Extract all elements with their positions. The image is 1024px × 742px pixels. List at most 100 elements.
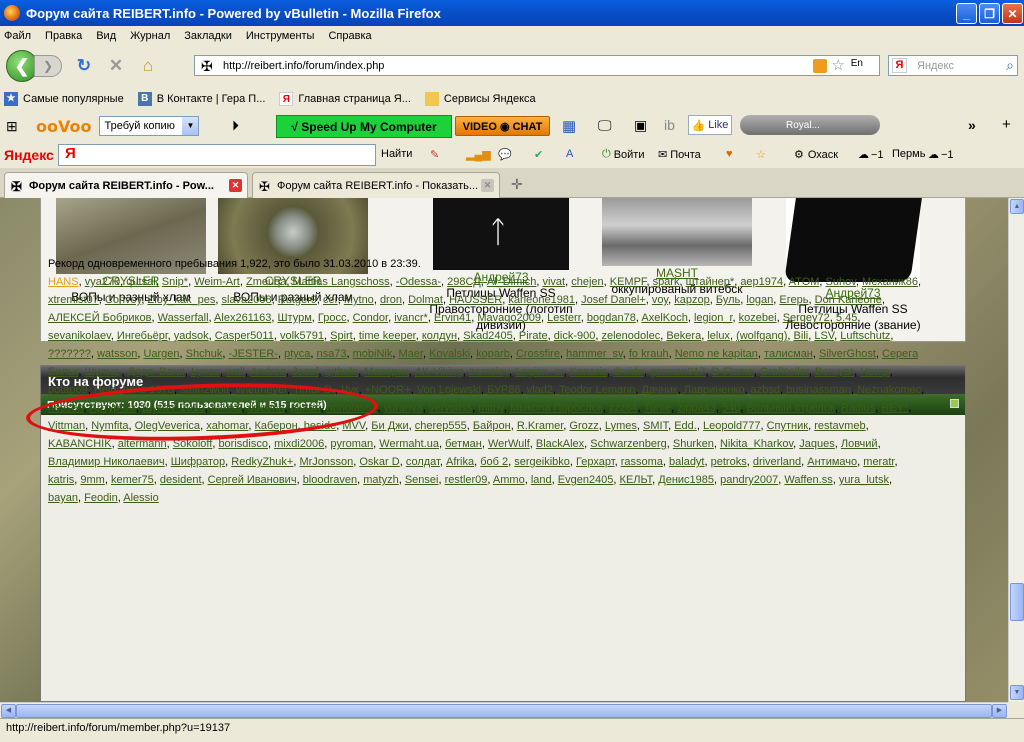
- bookmark-star-icon[interactable]: ☆: [832, 56, 845, 74]
- user-link[interactable]: driverland: [753, 456, 801, 468]
- user-link[interactable]: BlackAlex: [536, 438, 584, 450]
- user-link[interactable]: zamoley: [469, 366, 509, 378]
- bookmark-yandex-home[interactable]: Я Главная страница Я...: [279, 91, 411, 106]
- user-link[interactable]: Alex261163: [214, 312, 271, 324]
- user-link[interactable]: Егерь: [779, 294, 808, 306]
- user-link[interactable]: талисман: [764, 348, 813, 360]
- grid-icon[interactable]: ▦: [562, 117, 576, 135]
- user-link[interactable]: AxelKoch: [641, 312, 687, 324]
- scroll-up-icon[interactable]: ▲: [1010, 199, 1024, 214]
- user-link[interactable]: Спутник: [767, 420, 808, 432]
- menu-file[interactable]: Файл: [4, 30, 31, 42]
- user-link[interactable]: watsson: [97, 348, 137, 360]
- yandex-search-input[interactable]: Я: [58, 144, 376, 166]
- user-link[interactable]: dick-900: [554, 330, 596, 342]
- close-button[interactable]: ✕: [1002, 3, 1023, 24]
- user-link[interactable]: petroks: [711, 456, 747, 468]
- user-link[interactable]: qutsal: [126, 276, 155, 288]
- user-link[interactable]: potap69: [48, 384, 88, 396]
- user-link[interactable]: -JESTER-: [228, 348, 278, 360]
- mail-button[interactable]: ✉ Почта: [658, 148, 701, 162]
- user-link[interactable]: pyroman: [330, 438, 373, 450]
- user-link[interactable]: rassoma: [621, 456, 663, 468]
- bonus-icon[interactable]: ♥: [726, 148, 733, 160]
- weather-button[interactable]: ⚙ Охаск: [794, 148, 838, 162]
- user-link[interactable]: Буль: [716, 294, 740, 306]
- user-link[interactable]: 298СД: [447, 276, 481, 288]
- user-link[interactable]: Turtle: [643, 402, 671, 414]
- user-link[interactable]: Mytno: [344, 294, 374, 306]
- user-link[interactable]: bloodraven: [303, 474, 357, 486]
- new-tab-icon[interactable]: ✛: [511, 176, 523, 193]
- user-link[interactable]: Ervin41: [434, 312, 471, 324]
- user-link[interactable]: HANS: [48, 276, 79, 288]
- user-link[interactable]: SilverGhost: [819, 348, 876, 360]
- user-link[interactable]: nsa73: [317, 348, 347, 360]
- user-link[interactable]: ???????: [48, 348, 91, 360]
- user-link[interactable]: БУР86: [487, 384, 521, 396]
- user-link[interactable]: Мыкола Порослок: [510, 402, 603, 414]
- user-link[interactable]: kozebei: [739, 312, 777, 324]
- user-link[interactable]: Condor: [353, 312, 388, 324]
- user-link[interactable]: 9mm: [80, 474, 104, 486]
- user-link[interactable]: aep1974: [740, 276, 783, 288]
- user-link[interactable]: Leopold777: [703, 420, 761, 432]
- user-link[interactable]: volk5791: [280, 330, 324, 342]
- like-button[interactable]: 👍 Like: [688, 115, 732, 135]
- user-link[interactable]: zippa43: [677, 402, 716, 414]
- user-link[interactable]: солдат: [406, 456, 440, 468]
- user-link[interactable]: RedkyZhuk+: [231, 456, 293, 468]
- menu-bookmarks[interactable]: Закладки: [184, 30, 232, 42]
- play-icon[interactable]: ⏵: [232, 117, 239, 134]
- user-link[interactable]: qrthule: [325, 366, 359, 378]
- user-link[interactable]: боб 2: [480, 456, 508, 468]
- weather-temp-1[interactable]: ☁ −1: [858, 148, 884, 162]
- chat-icon[interactable]: 💬: [498, 148, 512, 161]
- user-link[interactable]: Ингебьёрг: [117, 330, 168, 342]
- user-link[interactable]: Kanaris: [570, 366, 607, 378]
- user-link[interactable]: Шульц.: [84, 366, 121, 378]
- user-link[interactable]: Evgen2405: [558, 474, 614, 486]
- user-link[interactable]: Lymes: [605, 420, 637, 432]
- user-link[interactable]: azbsd: [751, 384, 780, 396]
- user-link[interactable]: Гросс: [318, 312, 347, 324]
- user-link[interactable]: german017: [650, 366, 706, 378]
- user-link[interactable]: Al_Dimich: [487, 276, 537, 288]
- user-link[interactable]: koparb: [476, 348, 510, 360]
- user-link[interactable]: Zmeuqa: [246, 276, 286, 288]
- collapse-icon[interactable]: [950, 399, 959, 408]
- user-link[interactable]: Денис1985: [658, 474, 714, 486]
- user-link[interactable]: vlad2: [527, 384, 553, 396]
- scroll-thumb[interactable]: [1010, 583, 1024, 621]
- user-link[interactable]: Josef Danel+: [581, 294, 646, 306]
- user-link[interactable]: vervolfss: [429, 402, 472, 414]
- user-link[interactable]: spark: [653, 276, 680, 288]
- user-link[interactable]: sevanikolaev: [48, 330, 111, 342]
- weather-temp-2[interactable]: ☁ −1: [928, 148, 954, 162]
- user-link[interactable]: chejen: [571, 276, 603, 288]
- user-link[interactable]: Шифратор: [171, 456, 225, 468]
- user-link[interactable]: +NOOR+: [365, 384, 411, 396]
- user-link[interactable]: Skad2405: [463, 330, 513, 342]
- user-link[interactable]: hammer_sv: [566, 348, 623, 360]
- search-input[interactable]: Я Яндекс ⌕: [888, 55, 1018, 76]
- menu-view[interactable]: Вид: [96, 30, 116, 42]
- minimize-button[interactable]: _: [956, 3, 977, 24]
- user-link[interactable]: Legion_er: [515, 366, 563, 378]
- user-link[interactable]: KEMPF: [610, 276, 647, 288]
- user-link[interactable]: колдун: [422, 330, 457, 342]
- user-link[interactable]: Байрон: [473, 420, 511, 432]
- bookmark-popular[interactable]: ★ Самые популярные: [4, 91, 124, 106]
- user-link[interactable]: meratr: [863, 456, 894, 468]
- user-link[interactable]: Pirate: [519, 330, 548, 342]
- translate-icon[interactable]: En: [851, 58, 863, 69]
- user-link[interactable]: КЕЛЬТ: [620, 474, 653, 486]
- user-link[interactable]: Lesterr: [547, 312, 581, 324]
- user-link[interactable]: kapzop: [674, 294, 709, 306]
- user-link[interactable]: Дядя_Ваня: [127, 366, 184, 378]
- user-link[interactable]: Bili: [794, 330, 809, 342]
- user-link[interactable]: ivancr*: [394, 312, 428, 324]
- user-link[interactable]: ATOM: [789, 276, 820, 288]
- user-link[interactable]: Afrika: [446, 456, 474, 468]
- stop-icon[interactable]: ✕: [106, 56, 126, 76]
